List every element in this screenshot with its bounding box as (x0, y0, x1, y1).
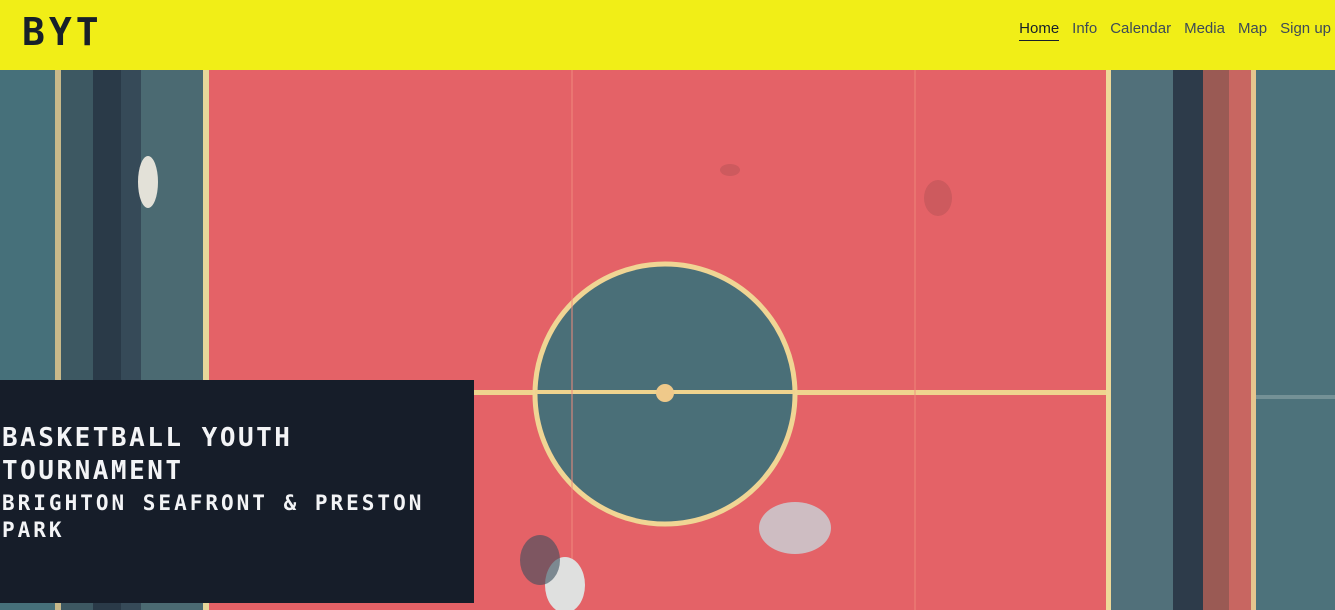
nav-calendar[interactable]: Calendar (1110, 20, 1171, 41)
main-nav: Home Info Calendar Media Map Sign up (1006, 20, 1331, 41)
nav-sign-up[interactable]: Sign up (1280, 20, 1331, 41)
site-header: BYT Home Info Calendar Media Map Sign up (0, 0, 1335, 70)
hero-subtitle: BRIGHTON SEAFRONT & PRESTON PARK (2, 491, 425, 542)
hero-caption: BASKETBALL YOUTH TOURNAMENT BRIGHTON SEA… (0, 380, 474, 603)
nav-map[interactable]: Map (1238, 20, 1267, 41)
nav-media[interactable]: Media (1184, 20, 1225, 41)
hero-title: BASKETBALL YOUTH TOURNAMENT (2, 423, 293, 486)
site-logo[interactable]: BYT (22, 10, 103, 54)
nav-info[interactable]: Info (1072, 20, 1097, 41)
nav-home[interactable]: Home (1019, 20, 1060, 41)
